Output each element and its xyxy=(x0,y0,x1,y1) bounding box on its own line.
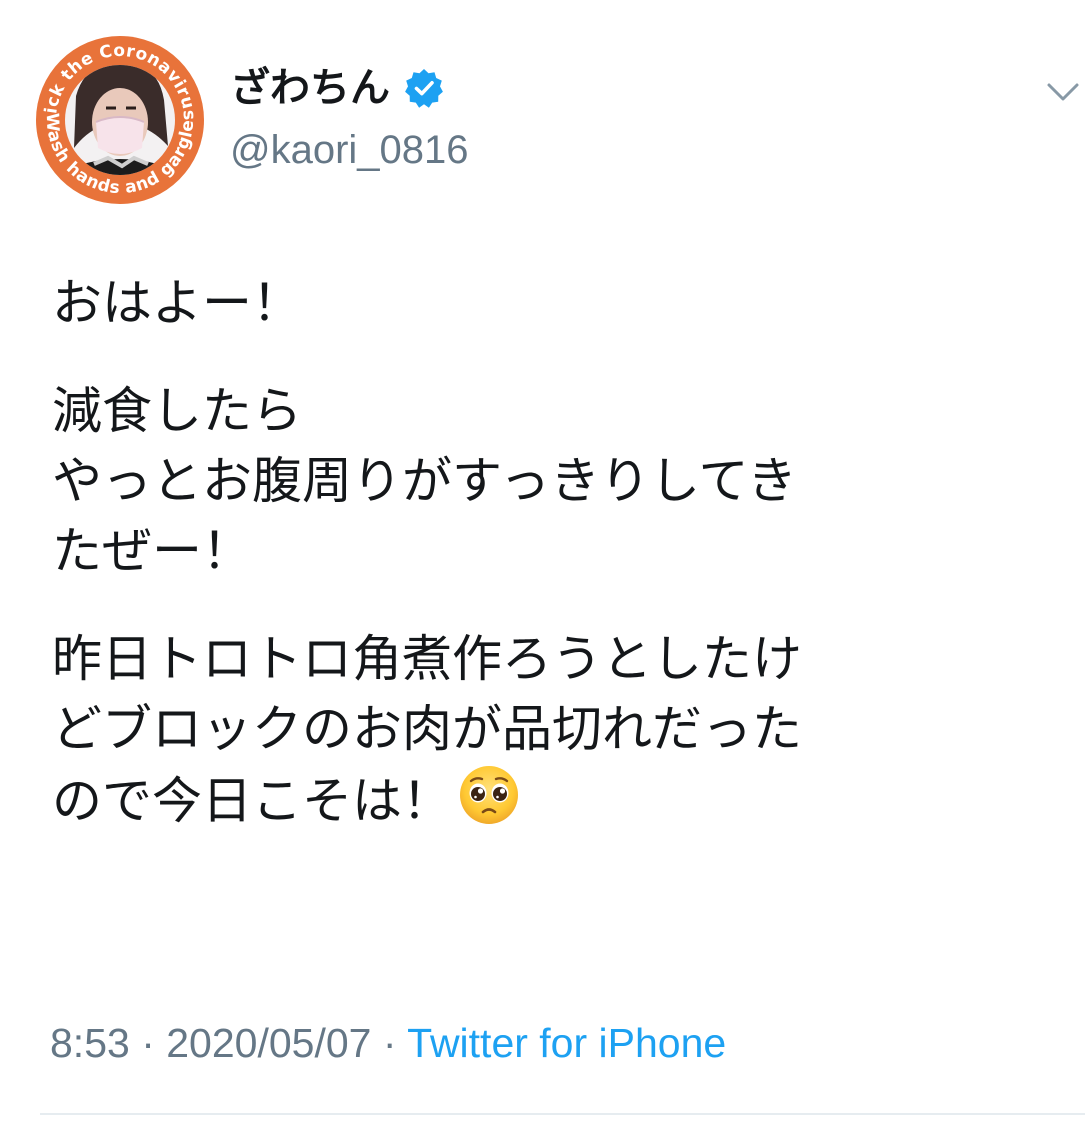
user-names[interactable]: ざわちん @kaori_0816 xyxy=(230,62,469,176)
tweet-paragraph: 減食したら やっとお腹周りがすっきりしてき たぜー！ xyxy=(52,376,1052,586)
tweet-line: ので今日こそは！ xyxy=(52,772,452,830)
display-name[interactable]: ざわちん xyxy=(230,62,390,114)
pleading-face-icon xyxy=(458,764,520,826)
divider xyxy=(40,1113,1085,1115)
tweet-paragraph: おはよー！ xyxy=(52,268,1052,338)
verified-badge-icon xyxy=(404,68,444,108)
tweet-time[interactable]: 8:53 xyxy=(50,1020,130,1066)
tweet-line: 昨日トロトロ角煮作ろうとしたけ xyxy=(52,630,802,688)
tweet-source-link[interactable]: Twitter for iPhone xyxy=(407,1020,726,1066)
user-handle[interactable]: @kaori_0816 xyxy=(230,124,469,176)
tweet-line: たぜー！ xyxy=(52,522,252,580)
tweet-text: おはよー！ 減食したら やっとお腹周りがすっきりしてき たぜー！ 昨日トロトロ角… xyxy=(52,268,1052,836)
chevron-down-icon[interactable] xyxy=(1046,80,1080,104)
meta-separator: · xyxy=(129,1020,167,1066)
display-name-row: ざわちん xyxy=(230,62,469,114)
tweet-paragraph: 昨日トロトロ角煮作ろうとしたけ どブロックのお肉が品切れだった ので今日こそは！ xyxy=(52,624,1052,836)
tweet-line: おはよー！ xyxy=(52,274,302,332)
tweet-card: Kick the Coronavirus. Wash hands and gar… xyxy=(0,0,1085,1133)
tweet-line: どブロックのお肉が品切れだった xyxy=(52,700,802,758)
avatar[interactable]: Kick the Coronavirus. Wash hands and gar… xyxy=(36,36,204,204)
tweet-line: 減食したら xyxy=(52,382,302,440)
tweet-meta: 8:53 · 2020/05/07 · Twitter for iPhone xyxy=(50,1016,726,1070)
meta-separator: · xyxy=(371,1020,408,1066)
tweet-date[interactable]: 2020/05/07 xyxy=(166,1020,371,1066)
tweet-line: やっとお腹周りがすっきりしてき xyxy=(52,452,797,510)
